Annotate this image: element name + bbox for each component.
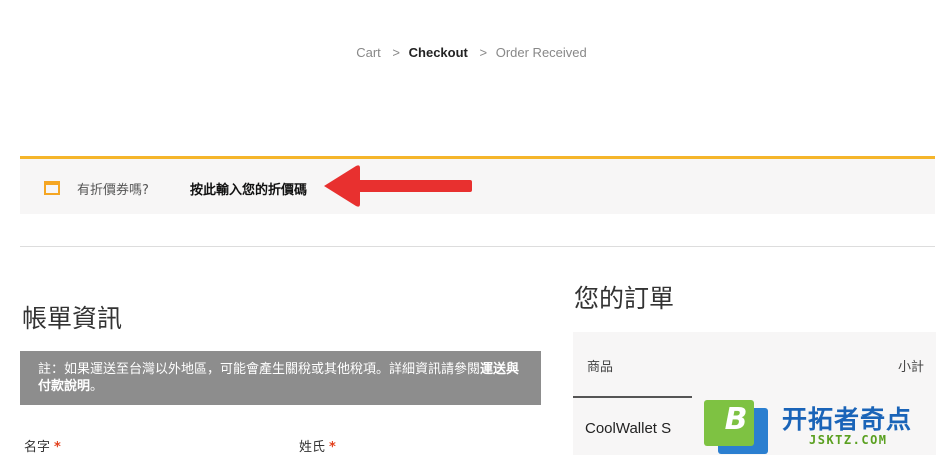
required-mark: * — [329, 440, 336, 455]
red-arrow-left-icon — [324, 165, 472, 207]
breadcrumb-checkout: Checkout — [408, 45, 468, 60]
coupon-prompt: 有折價券嗎? — [77, 183, 149, 198]
billing-title: 帳單資訊 — [22, 304, 123, 333]
watermark-logo-letter: B — [724, 402, 748, 437]
last-name-text: 姓氏 — [299, 440, 326, 455]
coupon-link[interactable]: 按此輸入您的折價碼 — [190, 179, 307, 198]
notice-text: 註：如果運送至台灣以外地區，可能會產生關稅或其他稅項。詳細資訊請參閱 — [38, 362, 481, 377]
breadcrumb-separator: > — [479, 45, 488, 60]
watermark-logo-icon: B — [704, 400, 768, 454]
calendar-icon — [44, 181, 60, 195]
order-item-name: CoolWallet S — [585, 420, 672, 437]
header-underline — [573, 396, 692, 398]
coupon-notice: 有折價券嗎? 按此輸入您的折價碼 — [20, 156, 935, 214]
breadcrumb-separator: > — [392, 45, 401, 60]
order-title: 您的訂單 — [574, 284, 675, 313]
breadcrumb-cart[interactable]: Cart — [356, 45, 381, 60]
first-name-text: 名字 — [24, 440, 51, 455]
breadcrumb: Cart > Checkout > Order Received — [0, 45, 943, 60]
watermark-url: JSKTZ.COM — [809, 433, 888, 447]
column-header-subtotal: 小計 — [897, 360, 924, 375]
last-name-label: 姓氏 * — [299, 436, 336, 455]
first-name-label: 名字 * — [24, 436, 61, 455]
watermark-title: 开拓者奇点 — [782, 405, 913, 434]
notice-end: 。 — [90, 379, 104, 394]
column-header-product: 商品 — [587, 360, 614, 375]
required-mark: * — [54, 440, 61, 455]
site-watermark: B 开拓者奇点 JSKTZ.COM — [702, 398, 943, 455]
breadcrumb-order-received: Order Received — [495, 45, 587, 60]
section-divider — [20, 246, 935, 247]
shipping-notice: 註：如果運送至台灣以外地區，可能會產生關稅或其他稅項。詳細資訊請參閱運送與付款說… — [20, 351, 541, 405]
